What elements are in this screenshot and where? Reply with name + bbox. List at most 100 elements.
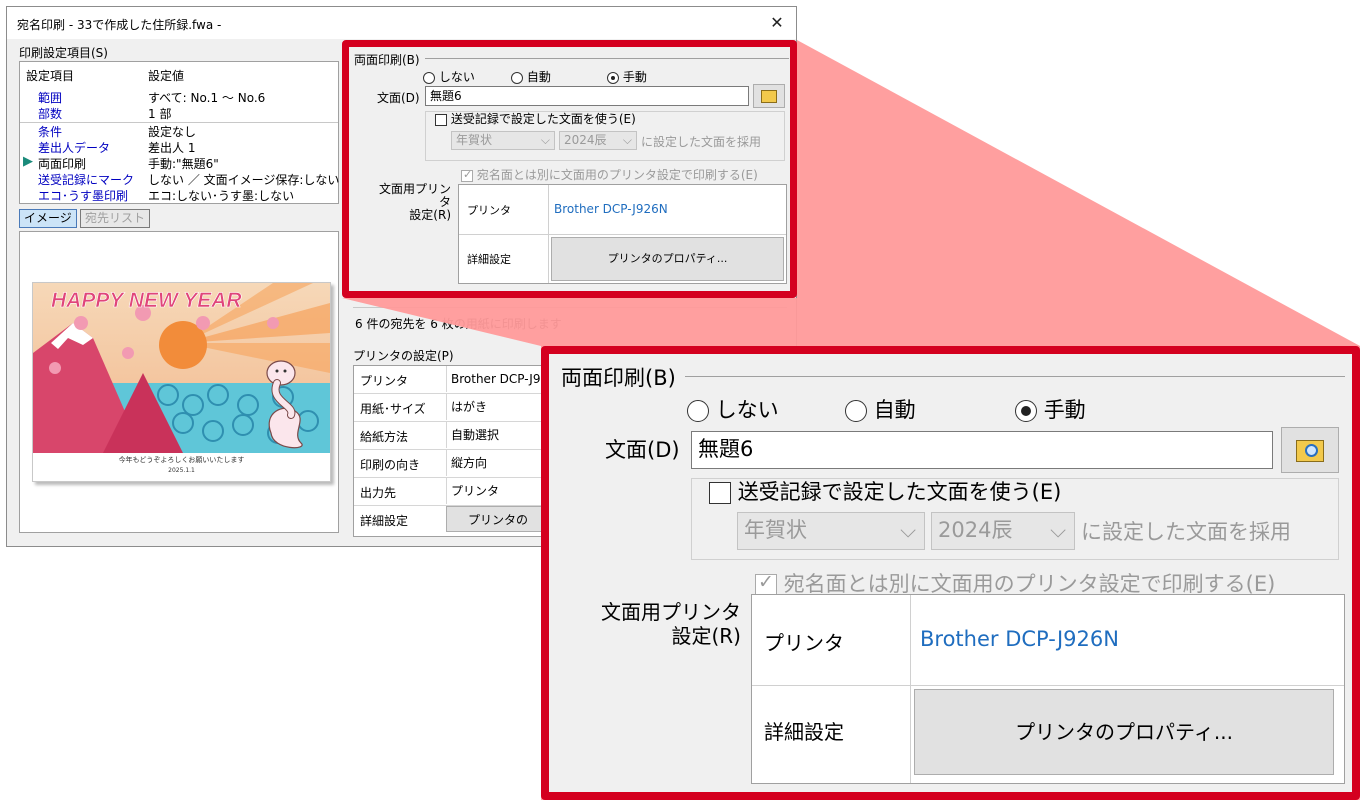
radio-manual[interactable]: 手動 (1015, 394, 1086, 424)
card-date: 2025.1.1 (168, 467, 195, 474)
settings-header-value: 設定値 (148, 69, 185, 83)
settings-row-value: 手動:"無題6" (148, 157, 219, 171)
radio-manual-label: 手動 (622, 70, 647, 84)
settings-row-key: エコ･うす墨印刷 (38, 189, 129, 203)
settings-row-sender[interactable]: 差出人データ 差出人 1 (20, 139, 338, 155)
printer-key-cell: プリンタ (459, 185, 549, 235)
detail-key: 詳細設定 (467, 253, 511, 266)
radio-manual[interactable]: 手動 (607, 68, 647, 85)
radio-none-label: しない (715, 398, 779, 422)
printer-value[interactable]: Brother DCP-J926N (920, 627, 1119, 651)
printer-row-key: 用紙･サイズ (360, 402, 426, 416)
radio-none[interactable]: しない (423, 68, 475, 85)
chevron-down-icon: ⌵ (540, 133, 550, 147)
printer-row-key: 詳細設定 (360, 514, 409, 528)
print-summary: 6 件の宛先を 6 枚の用紙に印刷します (355, 317, 562, 331)
settings-row-value: エコ:しない･うす墨:しない (148, 189, 295, 203)
folder-search-icon (1296, 439, 1324, 462)
close-icon[interactable]: ✕ (764, 11, 790, 35)
settings-header-key: 設定項目 (26, 69, 75, 83)
use-record-label: 送受記録で設定した文面を使う(E) (450, 112, 636, 126)
printer-key: プリンタ (467, 204, 511, 217)
duplex-panel-highlight: 両面印刷(B) しない 自動 手動 文面(D) 無題6 送受記録で設定した文面を… (342, 40, 797, 298)
tab-address-list[interactable]: 宛先リスト (80, 209, 151, 228)
divider (685, 376, 1345, 377)
duplex-title: 両面印刷(B) (561, 366, 676, 390)
card-message: 今年もどうぞよろしくお願いいたします (118, 456, 245, 464)
settings-row-key: 差出人データ (38, 141, 111, 155)
doc-browse-button[interactable] (1281, 427, 1339, 473)
settings-row-key: 両面印刷 (38, 157, 87, 171)
radio-auto-label: 自動 (526, 70, 551, 84)
radio-auto[interactable]: 自動 (845, 394, 916, 424)
printer-key: プリンタ (764, 631, 844, 655)
year-dropdown[interactable]: 2024辰 ⌵ (931, 512, 1075, 550)
selected-arrow-icon: ▶ (23, 154, 33, 169)
settings-row-value: すべて: No.1 〜 No.6 (148, 91, 266, 105)
printer-properties-button[interactable]: プリンタのプロパティ... (551, 237, 784, 281)
radio-auto[interactable]: 自動 (511, 68, 551, 85)
settings-row-copies[interactable]: 部数 1 部 (20, 105, 338, 121)
detail-key-cell: 詳細設定 (459, 235, 549, 283)
printer-value[interactable]: Brother DCP-J926N (554, 202, 668, 216)
card-type-dropdown[interactable]: 年賀状 ⌵ (737, 512, 925, 550)
doc-printer-label-line1: 文面用プリンタ (601, 600, 741, 624)
duplex-panel-zoomed: 両面印刷(B) しない 自動 手動 文面(D) 無題6 送受記録で設定した文面を… (541, 346, 1360, 800)
doc-printer-label-line2: 設定(R) (409, 208, 451, 222)
settings-row-mark[interactable]: 送受記録にマーク しない ／ 文面イメージ保存:しない (20, 171, 340, 187)
printer-row-key: 給紙方法 (360, 430, 409, 444)
card-type-dropdown[interactable]: 年賀状 ⌵ (451, 131, 555, 150)
doc-printer-grid: プリンタ Brother DCP-J926N 詳細設定 プリンタのプロパティ..… (458, 184, 787, 284)
radio-manual-label: 手動 (1043, 398, 1086, 422)
doc-input[interactable]: 無題6 (691, 431, 1273, 469)
year-value: 2024辰 (938, 518, 1013, 542)
card-type-value: 年賀状 (744, 518, 807, 542)
separate-printer-label: 宛名面とは別に文面用のプリンタ設定で印刷する(E) (476, 168, 758, 182)
settings-row-key: 条件 (38, 125, 63, 139)
printer-properties-button[interactable]: プリンタのプロパティ... (914, 689, 1334, 775)
settings-list: 設定項目 設定値 範囲 すべて: No.1 〜 No.6 部数 1 部 条件 設… (19, 61, 339, 204)
adopt-text: に設定した文面を採用 (1081, 520, 1291, 544)
settings-row-value: しない ／ 文面イメージ保存:しない (148, 173, 340, 187)
radio-auto-label: 自動 (873, 398, 916, 422)
settings-row-duplex[interactable]: ▶ 両面印刷 手動:"無題6" (20, 154, 338, 171)
window-title: 宛名印刷 - 33で作成した住所録.fwa - (17, 18, 222, 32)
divider (353, 307, 787, 308)
settings-row-value: 設定なし (148, 125, 197, 139)
card-headline: HAPPY NEW YEAR (51, 289, 242, 312)
divider (425, 58, 789, 59)
settings-row-condition[interactable]: 条件 設定なし (20, 123, 338, 139)
printer-settings-label: プリンタの設定(P) (353, 349, 454, 363)
settings-row-value: 1 部 (148, 107, 172, 121)
title-bar: 宛名印刷 - 33で作成した住所録.fwa - ✕ (7, 7, 796, 39)
chevron-down-icon: ⌵ (1050, 518, 1066, 542)
use-record-label: 送受記録で設定した文面を使う(E) (737, 480, 1062, 504)
use-record-checkbox[interactable]: 送受記録で設定した文面を使う(E) (709, 476, 1061, 506)
settings-row-eco[interactable]: エコ･うす墨印刷 エコ:しない･うす墨:しない (20, 187, 338, 203)
printer-row-key: 印刷の向き (360, 458, 421, 472)
doc-browse-button[interactable] (753, 84, 785, 108)
chevron-down-icon: ⌵ (900, 518, 916, 542)
doc-printer-label-line1: 文面用プリンタ (379, 182, 452, 209)
duplex-title: 両面印刷(B) (354, 53, 420, 67)
doc-input[interactable]: 無題6 (425, 86, 749, 106)
printer-key-cell: プリンタ (752, 595, 911, 685)
doc-printer-label: 文面用プリンタ 設定(R) (379, 183, 451, 222)
card-type-value: 年賀状 (456, 133, 493, 147)
postcard-artwork: HAPPY NEW YEAR (33, 283, 330, 453)
year-dropdown[interactable]: 2024辰 ⌵ (559, 131, 637, 150)
separate-printer-checkbox[interactable]: ✓ 宛名面とは別に文面用のプリンタ設定で印刷する(E) (461, 166, 758, 183)
tab-image[interactable]: イメージ (19, 209, 77, 228)
doc-label: 文面(D) (377, 91, 420, 105)
printer-properties-button[interactable]: プリンタの (446, 506, 550, 532)
chevron-down-icon: ⌵ (622, 133, 632, 147)
radio-none-label: しない (438, 70, 475, 84)
doc-label: 文面(D) (605, 438, 680, 462)
settings-row-key: 範囲 (38, 91, 63, 105)
use-record-checkbox[interactable]: 送受記録で設定した文面を使う(E) (435, 110, 636, 127)
postcard-preview: HAPPY NEW YEAR 今年もどうぞよろしくお願いいたします 2025.1… (32, 282, 331, 482)
radio-none[interactable]: しない (687, 394, 779, 424)
detail-key: 詳細設定 (764, 720, 844, 744)
settings-row-key: 送受記録にマーク (38, 173, 135, 187)
settings-row-range[interactable]: 範囲 すべて: No.1 〜 No.6 (20, 89, 338, 105)
